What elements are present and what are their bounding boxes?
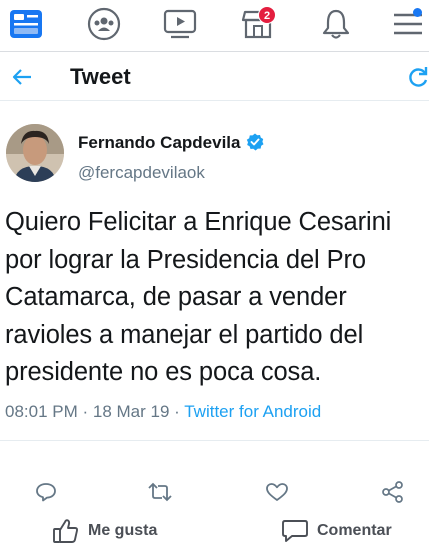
facebook-post-actions: Me gusta Comentar <box>0 508 429 554</box>
tweet-date: 18 Mar 19 <box>92 402 170 421</box>
tweet-time: 08:01 PM <box>5 402 78 421</box>
back-arrow-icon[interactable] <box>8 63 36 91</box>
meta-separator: · <box>77 402 93 421</box>
share-icon[interactable] <box>380 480 406 504</box>
comment-button[interactable]: Comentar <box>281 516 392 546</box>
menu-notification-dot <box>413 8 422 17</box>
marketplace-icon[interactable]: 2 <box>238 4 278 44</box>
comment-button-label: Comentar <box>317 522 392 539</box>
retweet-icon[interactable] <box>147 480 173 504</box>
verified-badge-icon <box>246 133 264 151</box>
like-button[interactable]: Me gusta <box>52 516 157 546</box>
thumbs-up-icon <box>53 519 79 543</box>
reply-icon[interactable] <box>33 480 59 504</box>
tweet-meta: 08:01 PM · 18 Mar 19 · Twitter for Andro… <box>5 402 321 422</box>
page-title: Tweet <box>70 64 131 89</box>
tweet-text: Quiero Felicitar a Enrique Cesarini por … <box>5 208 392 386</box>
meta-separator: · <box>169 402 185 421</box>
menu-icon[interactable] <box>388 4 428 44</box>
watch-icon[interactable] <box>160 4 200 44</box>
divider <box>0 440 429 441</box>
refresh-icon[interactable] <box>407 65 429 89</box>
marketplace-badge: 2 <box>258 6 276 24</box>
facebook-top-nav: 2 <box>0 0 429 52</box>
comment-icon <box>282 520 308 542</box>
author-handle[interactable]: @fercapdevilaok <box>78 163 205 183</box>
groups-icon[interactable] <box>84 4 124 44</box>
notifications-icon[interactable] <box>316 4 356 44</box>
tweet-header: Tweet <box>0 53 429 101</box>
like-button-label: Me gusta <box>88 522 158 539</box>
author-name[interactable]: Fernando Capdevila <box>78 133 240 153</box>
like-heart-icon[interactable] <box>264 480 290 504</box>
author-avatar[interactable] <box>6 124 64 182</box>
tweet-source-link[interactable]: Twitter for Android <box>184 402 321 421</box>
news-feed-icon[interactable] <box>6 4 46 44</box>
